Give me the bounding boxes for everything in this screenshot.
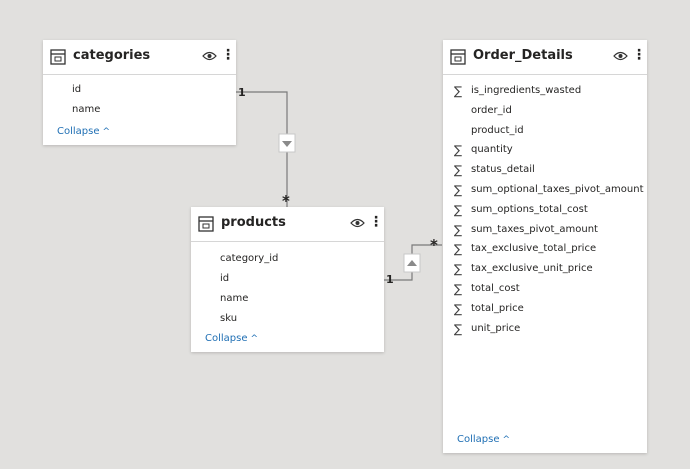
collapse-link[interactable]: Collapse ^ bbox=[205, 333, 258, 344]
field-name: name bbox=[72, 104, 101, 115]
collapse-label: Collapse bbox=[457, 434, 500, 445]
field-name: product_id bbox=[471, 124, 524, 136]
field-name: quantity bbox=[471, 144, 513, 156]
field-name: is_ingredients_wasted bbox=[471, 85, 582, 96]
table-card-order-details[interactable]: Order_Details ⋮ ∑ is_ingredients_wastedor… bbox=[443, 40, 647, 453]
chevron-up-icon: ^ bbox=[250, 334, 259, 344]
field-name: unit_price bbox=[471, 322, 521, 334]
collapse-link[interactable]: Collapse ^ bbox=[57, 126, 110, 137]
sigma-icon: ∑ bbox=[454, 282, 463, 296]
table-icon bbox=[450, 49, 466, 65]
more-options-icon[interactable]: ⋮ bbox=[369, 214, 383, 230]
field-name: tax_exclusive_unit_price bbox=[471, 263, 593, 275]
more-options-icon[interactable]: ⋮ bbox=[221, 47, 235, 63]
eye-icon[interactable] bbox=[202, 50, 217, 62]
sigma-icon: ∑ bbox=[454, 163, 463, 178]
sigma-icon: ∑ bbox=[454, 202, 463, 217]
field-name: name bbox=[220, 293, 249, 304]
field-name: sum_options_total_cost bbox=[471, 203, 588, 215]
table-header: Order_Details ⋮ bbox=[443, 40, 647, 75]
sigma-icon: ∑ bbox=[454, 84, 463, 98]
eye-icon[interactable] bbox=[350, 217, 365, 229]
chevron-up-icon: ^ bbox=[502, 435, 511, 445]
collapse-label: Collapse bbox=[57, 126, 100, 137]
table-icon bbox=[50, 49, 66, 65]
field-name: total_cost bbox=[471, 283, 520, 294]
sigma-icon: ∑ bbox=[454, 183, 463, 197]
eye-icon[interactable] bbox=[613, 50, 628, 62]
chevron-up-icon: ^ bbox=[102, 127, 111, 137]
field-name: status_detail bbox=[471, 164, 535, 176]
table-title: Order_Details bbox=[473, 48, 573, 63]
field-name: total_price bbox=[471, 302, 524, 314]
cardinality-one-label: 1 bbox=[238, 86, 246, 99]
field-name: tax_exclusive_total_price bbox=[471, 243, 597, 255]
table-header: products ⋮ bbox=[191, 207, 384, 242]
sigma-icon: ∑ bbox=[454, 262, 463, 277]
table-icon bbox=[198, 216, 214, 232]
sigma-icon: ∑ bbox=[454, 143, 463, 158]
table-title: products bbox=[221, 215, 286, 230]
cardinality-many-label: * bbox=[430, 236, 438, 254]
table-card-categories[interactable]: categories ⋮ id name Collapse ^ bbox=[43, 40, 236, 145]
table-title: categories bbox=[73, 48, 151, 63]
sigma-icon: ∑ bbox=[454, 321, 463, 336]
field-name: category_id bbox=[220, 253, 279, 264]
field-name: id bbox=[220, 273, 230, 284]
field-name: sku bbox=[220, 313, 238, 324]
collapse-label: Collapse bbox=[205, 333, 248, 344]
sigma-icon: ∑ bbox=[454, 242, 463, 257]
cardinality-one-label: 1 bbox=[386, 273, 394, 286]
field-name: sum_optional_taxes_pivot_amount bbox=[471, 184, 644, 195]
sigma-icon: ∑ bbox=[454, 222, 463, 237]
sigma-icon: ∑ bbox=[454, 301, 463, 316]
field-name: sum_taxes_pivot_amount bbox=[471, 223, 598, 235]
collapse-link[interactable]: Collapse ^ bbox=[457, 434, 510, 445]
field-name: order_id bbox=[471, 104, 512, 116]
table-header: categories ⋮ bbox=[43, 40, 236, 75]
table-card-products[interactable]: products ⋮ category_id id name sku Colla… bbox=[191, 207, 384, 352]
more-options-icon[interactable]: ⋮ bbox=[632, 47, 646, 63]
field-name: id bbox=[72, 84, 82, 95]
